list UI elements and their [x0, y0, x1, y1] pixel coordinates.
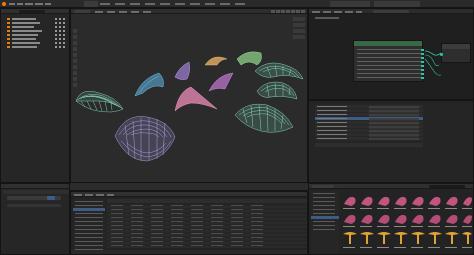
modifier-header	[1, 184, 69, 189]
asset-catalog-selected[interactable]	[311, 216, 339, 219]
viewport-canvas	[75, 51, 304, 162]
spreadsheet-menu[interactable]	[74, 194, 114, 196]
properties-values[interactable]	[369, 106, 419, 140]
spreadsheet-top-header	[70, 183, 308, 191]
wire-leaf-violet	[174, 61, 190, 80]
asset-search-input[interactable]	[429, 185, 465, 188]
wire-canopy-teal	[254, 62, 304, 80]
wire-shell-teal-left	[75, 91, 124, 113]
modifier-toggle[interactable]	[47, 196, 55, 200]
properties-panel	[308, 100, 474, 183]
asset-thumbs-row-1	[344, 196, 472, 206]
asset-browser-header	[309, 184, 473, 189]
outliner-search-input[interactable]	[19, 10, 45, 13]
asset-thumbnails[interactable]	[341, 192, 473, 254]
spreadsheet-panel	[70, 191, 308, 255]
spreadsheet-column-headers	[107, 199, 307, 203]
spreadsheet-sidebar-selected[interactable]	[73, 208, 105, 211]
asset-browser-panel	[308, 183, 474, 255]
scene-selector[interactable]	[330, 1, 370, 7]
outliner-row[interactable]	[3, 37, 69, 40]
modifier-field[interactable]	[7, 204, 61, 207]
outliner-row[interactable]	[3, 17, 69, 20]
wire-wing-magenta	[208, 72, 234, 92]
wire-hat-green	[236, 51, 262, 66]
outliner-list	[3, 17, 69, 77]
spreadsheet-header	[71, 192, 307, 197]
wire-shell-purple-front	[114, 116, 176, 162]
modifier-tabs[interactable]	[3, 190, 69, 194]
node-link	[424, 50, 442, 76]
asset-library-selector[interactable]	[312, 185, 334, 188]
wire-shell-teal-top	[256, 81, 298, 100]
wire-crescent-orange	[204, 56, 228, 66]
spreadsheet-footer	[71, 250, 307, 254]
node-editor-panel	[308, 8, 474, 100]
spreadsheet-sidebar	[73, 199, 105, 254]
wire-wing-cyan	[134, 72, 164, 97]
view-layer-selector[interactable]	[374, 1, 420, 7]
modifier-panel	[0, 183, 70, 255]
asset-catalog-tree	[311, 191, 339, 253]
asset-catalog-items[interactable]	[313, 193, 335, 233]
menu-render[interactable]	[25, 3, 33, 5]
wire-wing-pink	[174, 86, 218, 112]
menu-file[interactable]	[9, 3, 15, 5]
properties-labels	[317, 106, 347, 140]
top-menu-bar	[0, 0, 474, 8]
outliner-row[interactable]	[3, 29, 69, 32]
outliner-row[interactable]	[3, 25, 69, 28]
outliner-panel	[0, 8, 70, 183]
menu-window[interactable]	[35, 3, 43, 5]
outliner-row[interactable]	[3, 41, 69, 44]
blender-logo-icon[interactable]	[2, 2, 6, 6]
outliner-row[interactable]	[3, 33, 69, 36]
asset-thumbs-row-3	[343, 232, 472, 244]
menu-help[interactable]	[45, 3, 51, 5]
viewport-3d[interactable]	[70, 8, 308, 183]
spreadsheet-values	[111, 205, 271, 247]
menu-edit[interactable]	[17, 3, 23, 5]
workspace-tabs[interactable]	[100, 3, 250, 5]
outliner-row[interactable]	[3, 21, 69, 24]
tab-layout[interactable]	[84, 1, 98, 7]
properties-footer	[315, 143, 423, 147]
outliner-row[interactable]	[3, 45, 69, 48]
wire-shell-teal-right	[234, 103, 294, 133]
asset-thumbs-row-2	[344, 214, 472, 224]
